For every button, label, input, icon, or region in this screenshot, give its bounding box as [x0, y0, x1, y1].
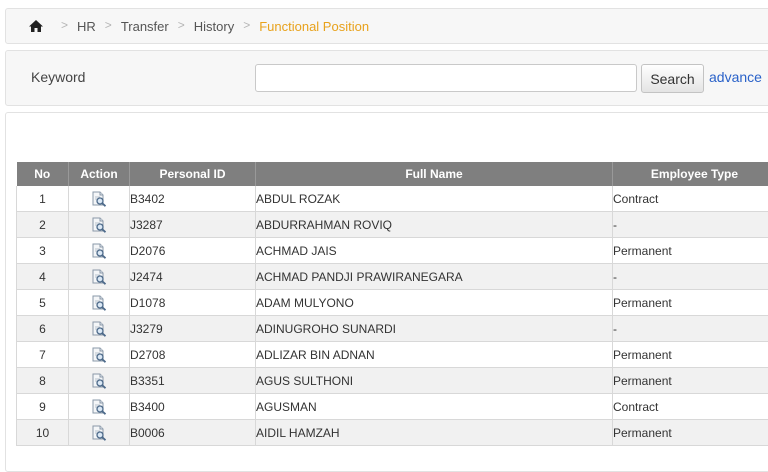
table-row: 7 D2708ADLIZAR BIN ADNANPermanent — [17, 342, 768, 368]
table-row: 1 B3402ABDUL ROZAKContract — [17, 186, 768, 212]
breadcrumb-separator: > — [105, 18, 112, 32]
cell-action — [69, 238, 130, 264]
breadcrumb-item-history[interactable]: History — [194, 19, 234, 34]
header-employee-type: Employee Type — [613, 162, 768, 186]
view-detail-icon[interactable] — [91, 295, 107, 311]
cell-full-name: ABDURRAHMAN ROVIQ — [256, 212, 613, 238]
view-detail-icon[interactable] — [91, 399, 107, 415]
breadcrumb: > HR > Transfer > History > Functional P… — [5, 8, 768, 44]
cell-personal-id: B0006 — [130, 420, 256, 446]
view-detail-icon[interactable] — [91, 217, 107, 233]
breadcrumb-current: Functional Position — [259, 19, 369, 34]
header-no: No — [17, 162, 69, 186]
cell-employee-type: - — [613, 264, 768, 290]
table-row: 8 B3351AGUS SULTHONIPermanent — [17, 368, 768, 394]
cell-no: 5 — [17, 290, 69, 316]
cell-employee-type: Contract — [613, 394, 768, 420]
cell-no: 7 — [17, 342, 69, 368]
breadcrumb-separator: > — [178, 18, 185, 32]
cell-full-name: AIDIL HAMZAH — [256, 420, 613, 446]
cell-full-name: ADINUGROHO SUNARDI — [256, 316, 613, 342]
cell-employee-type: Permanent — [613, 368, 768, 394]
cell-personal-id: J3287 — [130, 212, 256, 238]
cell-no: 9 — [17, 394, 69, 420]
breadcrumb-item-hr[interactable]: HR — [77, 19, 96, 34]
view-detail-icon[interactable] — [91, 347, 107, 363]
keyword-input[interactable] — [255, 64, 637, 92]
table-header-row: No Action Personal ID Full Name Employee… — [17, 162, 768, 186]
cell-personal-id: J2474 — [130, 264, 256, 290]
employee-table: No Action Personal ID Full Name Employee… — [16, 162, 768, 446]
cell-personal-id: J3279 — [130, 316, 256, 342]
view-detail-icon[interactable] — [91, 321, 107, 337]
cell-personal-id: B3351 — [130, 368, 256, 394]
cell-full-name: ADLIZAR BIN ADNAN — [256, 342, 613, 368]
breadcrumb-item-transfer[interactable]: Transfer — [121, 19, 169, 34]
cell-full-name: ABDUL ROZAK — [256, 186, 613, 212]
cell-no: 10 — [17, 420, 69, 446]
cell-employee-type: Permanent — [613, 290, 768, 316]
view-detail-icon[interactable] — [91, 191, 107, 207]
header-action: Action — [69, 162, 130, 186]
cell-employee-type: - — [613, 316, 768, 342]
cell-personal-id: B3402 — [130, 186, 256, 212]
table-row: 2 J3287ABDURRAHMAN ROVIQ- — [17, 212, 768, 238]
cell-full-name: ACHMAD PANDJI PRAWIRANEGARA — [256, 264, 613, 290]
cell-personal-id: D1078 — [130, 290, 256, 316]
table-row: 3 D2076ACHMAD JAISPermanent — [17, 238, 768, 264]
cell-action — [69, 368, 130, 394]
cell-no: 3 — [17, 238, 69, 264]
search-button[interactable]: Search — [641, 64, 704, 93]
view-detail-icon[interactable] — [91, 269, 107, 285]
table-row: 10 B0006AIDIL HAMZAHPermanent — [17, 420, 768, 446]
cell-employee-type: Permanent — [613, 238, 768, 264]
cell-no: 2 — [17, 212, 69, 238]
cell-action — [69, 186, 130, 212]
cell-action — [69, 212, 130, 238]
cell-employee-type: Permanent — [613, 342, 768, 368]
view-detail-icon[interactable] — [91, 243, 107, 259]
cell-employee-type: - — [613, 212, 768, 238]
table-row: 5 D1078ADAM MULYONOPermanent — [17, 290, 768, 316]
cell-no: 4 — [17, 264, 69, 290]
cell-action — [69, 264, 130, 290]
cell-no: 1 — [17, 186, 69, 212]
table-row: 9 B3400AGUSMANContract — [17, 394, 768, 420]
view-detail-icon[interactable] — [91, 425, 107, 441]
cell-full-name: AGUSMAN — [256, 394, 613, 420]
cell-personal-id: B3400 — [130, 394, 256, 420]
cell-full-name: ACHMAD JAIS — [256, 238, 613, 264]
table-row: 4 J2474ACHMAD PANDJI PRAWIRANEGARA- — [17, 264, 768, 290]
cell-personal-id: D2076 — [130, 238, 256, 264]
cell-action — [69, 420, 130, 446]
cell-action — [69, 342, 130, 368]
cell-no: 6 — [17, 316, 69, 342]
cell-full-name: ADAM MULYONO — [256, 290, 613, 316]
advance-search-link[interactable]: advance — [709, 69, 762, 85]
cell-action — [69, 290, 130, 316]
cell-action — [69, 316, 130, 342]
view-detail-icon[interactable] — [91, 373, 107, 389]
home-icon[interactable] — [28, 19, 44, 33]
breadcrumb-separator: > — [243, 18, 250, 32]
table-row: 6 J3279ADINUGROHO SUNARDI- — [17, 316, 768, 342]
keyword-label: Keyword — [31, 69, 85, 85]
search-panel: Keyword Search advance — [5, 50, 768, 106]
header-personal-id: Personal ID — [130, 162, 256, 186]
header-full-name: Full Name — [256, 162, 613, 186]
cell-employee-type: Contract — [613, 186, 768, 212]
cell-personal-id: D2708 — [130, 342, 256, 368]
breadcrumb-separator: > — [61, 18, 68, 32]
cell-full-name: AGUS SULTHONI — [256, 368, 613, 394]
cell-no: 8 — [17, 368, 69, 394]
cell-employee-type: Permanent — [613, 420, 768, 446]
cell-action — [69, 394, 130, 420]
